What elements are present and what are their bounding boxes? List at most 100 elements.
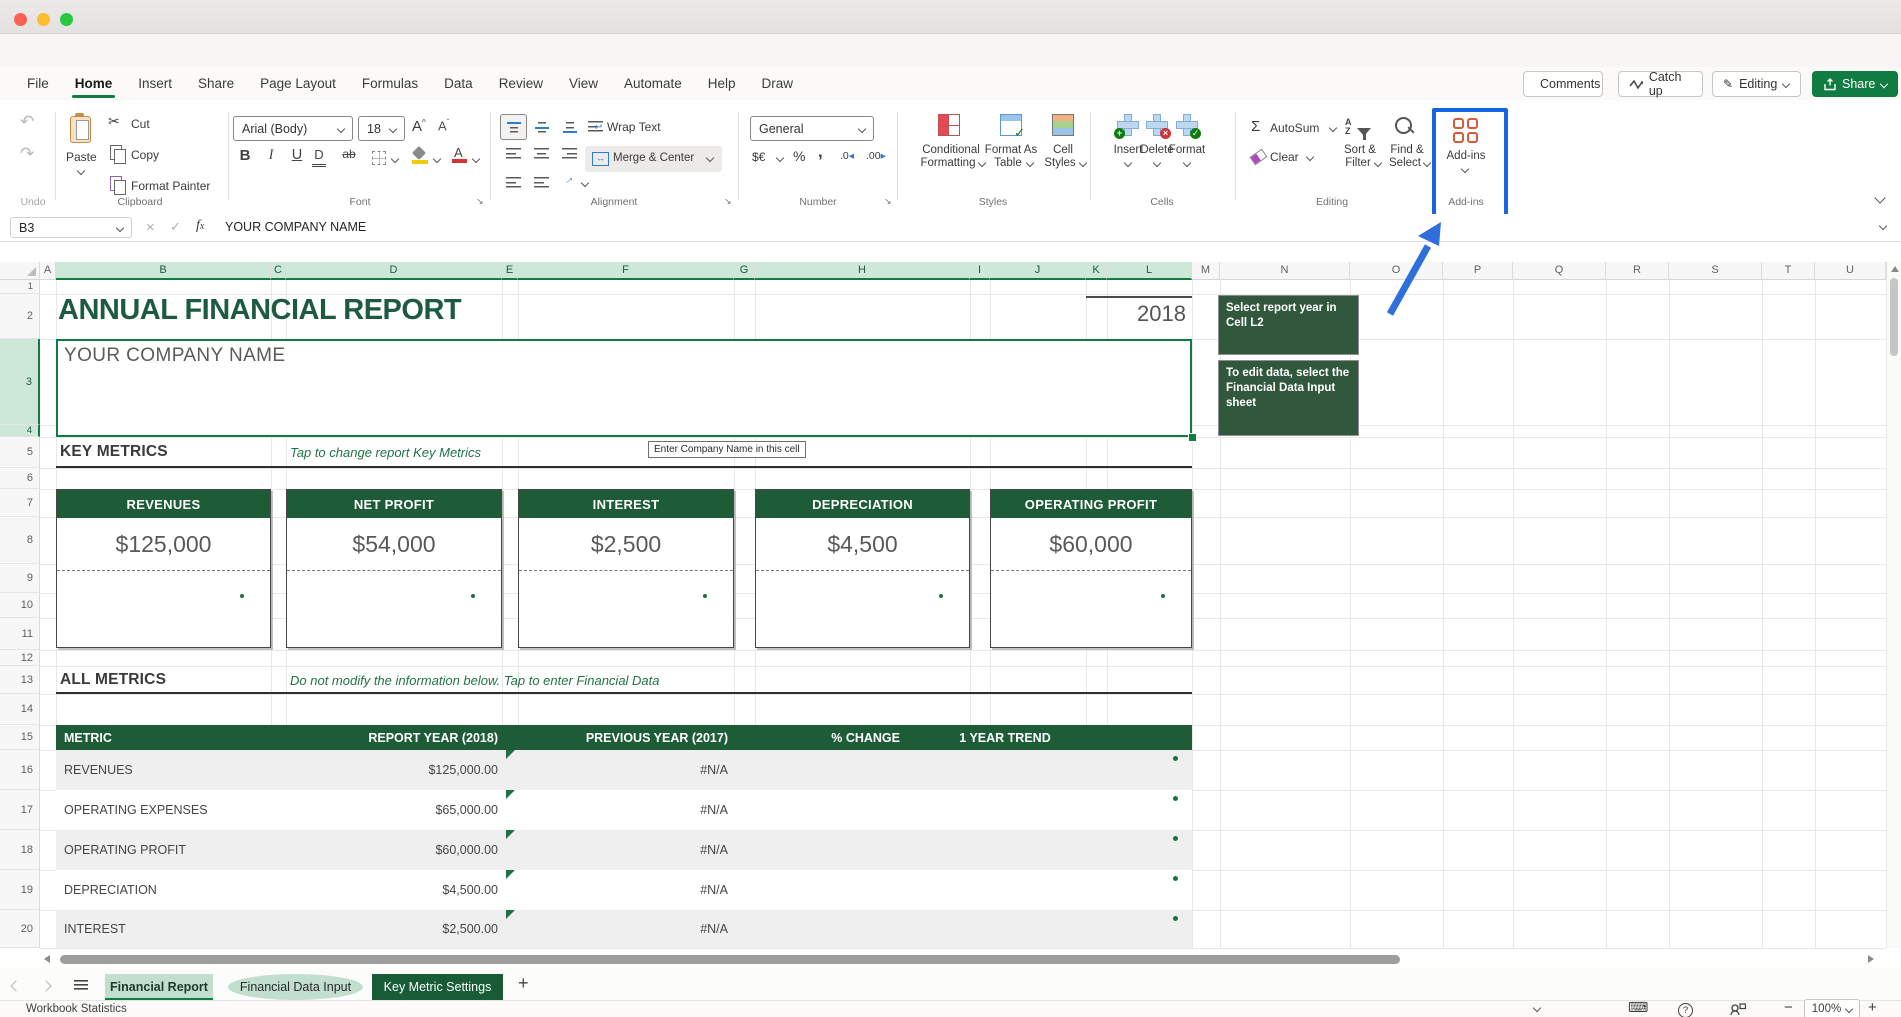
bold-button[interactable]: B xyxy=(234,147,256,164)
top-align-button[interactable] xyxy=(500,114,527,140)
column-header-R[interactable]: R xyxy=(1606,262,1669,280)
all-metrics-heading[interactable]: ALL METRICS xyxy=(60,671,166,689)
add-sheet-button[interactable]: + xyxy=(518,973,529,994)
confirm-entry-icon[interactable]: ✓ xyxy=(170,219,181,235)
column-header-U[interactable]: U xyxy=(1815,262,1886,280)
sheet-tab-financial-report[interactable]: Financial Report xyxy=(105,974,213,1000)
row-header-9[interactable]: 9 xyxy=(0,564,40,593)
column-header-D[interactable]: D xyxy=(286,262,502,280)
next-sheet-icon[interactable] xyxy=(40,980,51,991)
company-name-cell-selection[interactable]: YOUR COMPANY NAME xyxy=(56,339,1192,437)
scroll-right-icon[interactable] xyxy=(1868,955,1874,963)
insert-function-icon[interactable]: fx xyxy=(196,218,204,234)
column-header-Q[interactable]: Q xyxy=(1513,262,1606,280)
sheet-tab-financial-data-input[interactable]: Financial Data Input xyxy=(228,974,363,1000)
vertical-scrollbar[interactable] xyxy=(1886,262,1901,948)
row-header-4[interactable]: 4 xyxy=(0,425,40,437)
metric-card-interest[interactable]: INTEREST$2,500 xyxy=(518,489,734,648)
row-header-3[interactable]: 3 xyxy=(0,339,40,425)
decrease-font-size-button[interactable]: Aˇ xyxy=(438,118,449,133)
chevron-down-icon[interactable] xyxy=(433,155,441,163)
editing-mode-button[interactable]: ✎ Editing xyxy=(1712,71,1801,97)
selection-fill-handle[interactable] xyxy=(1188,433,1197,442)
chevron-down-icon[interactable] xyxy=(581,179,589,187)
table-row[interactable]: REVENUES$125,000.00#N/A xyxy=(56,750,1192,790)
table-row[interactable]: DEPRECIATION$4,500.00#N/A xyxy=(56,870,1192,910)
percent-format-button[interactable]: % xyxy=(793,148,805,164)
number-dialog-launcher-icon[interactable]: ↘ xyxy=(884,196,892,207)
align-left-button[interactable] xyxy=(506,147,521,159)
key-metrics-heading[interactable]: KEY METRICS xyxy=(60,443,168,461)
comments-button[interactable]: Comments xyxy=(1523,71,1603,97)
feedback-icon[interactable] xyxy=(1730,1003,1746,1016)
alignment-dialog-launcher-icon[interactable]: ↘ xyxy=(724,196,732,207)
font-size-select[interactable]: 18 xyxy=(358,116,405,141)
bottom-align-button[interactable] xyxy=(556,114,583,140)
increase-decimal-button[interactable]: .00▸ xyxy=(866,150,886,162)
borders-button[interactable] xyxy=(372,151,386,165)
font-dialog-launcher-icon[interactable]: ↘ xyxy=(476,196,484,207)
scroll-up-icon[interactable] xyxy=(1891,266,1899,272)
share-button[interactable]: Share xyxy=(1812,71,1898,97)
menu-item-insert[interactable]: Insert xyxy=(125,67,185,100)
metric-card-revenues[interactable]: REVENUES$125,000 xyxy=(56,489,271,648)
number-format-select[interactable]: General xyxy=(750,116,874,141)
increase-indent-button[interactable] xyxy=(534,176,549,188)
underline-button[interactable]: U xyxy=(286,147,308,163)
column-header-C[interactable]: C xyxy=(271,262,286,280)
prev-sheet-icon[interactable] xyxy=(10,980,21,991)
zoom-window-button[interactable] xyxy=(60,13,73,26)
align-right-button[interactable] xyxy=(562,147,577,159)
column-header-K[interactable]: K xyxy=(1086,262,1107,280)
menu-item-home[interactable]: Home xyxy=(62,67,126,100)
catch-up-button[interactable]: Catch up xyxy=(1618,71,1703,97)
align-center-button[interactable] xyxy=(534,147,549,159)
strikethrough-button[interactable]: ab xyxy=(338,147,360,161)
column-header-N[interactable]: N xyxy=(1220,262,1350,280)
metric-card-depreciation[interactable]: DEPRECIATION$4,500 xyxy=(755,489,970,648)
comma-format-button[interactable]: , xyxy=(818,142,823,162)
merge-center-button[interactable]: ↔ Merge & Center xyxy=(585,146,722,172)
expand-formula-bar-icon[interactable] xyxy=(1879,222,1887,230)
zoom-out-button[interactable]: − xyxy=(1784,999,1793,1016)
menu-item-file[interactable]: File xyxy=(14,67,62,100)
column-header-A[interactable]: A xyxy=(40,262,56,280)
column-header-L[interactable]: L xyxy=(1107,262,1192,280)
column-header-M[interactable]: M xyxy=(1192,262,1220,280)
menu-item-data[interactable]: Data xyxy=(431,67,486,100)
column-header-H[interactable]: H xyxy=(755,262,970,280)
formula-input[interactable]: YOUR COMPANY NAME xyxy=(225,220,366,234)
cancel-entry-icon[interactable]: × xyxy=(146,219,155,236)
zoom-level-select[interactable]: 100% xyxy=(1804,999,1860,1017)
horizontal-scroll-thumb[interactable] xyxy=(60,955,1400,964)
row-header-6[interactable]: 6 xyxy=(0,468,40,489)
font-name-select[interactable]: Arial (Body) xyxy=(233,116,353,141)
menu-item-automate[interactable]: Automate xyxy=(611,67,695,100)
row-header-13[interactable]: 13 xyxy=(0,666,40,694)
row-header-12[interactable]: 12 xyxy=(0,650,40,666)
decrease-decimal-button[interactable]: .0◂ xyxy=(840,150,854,162)
menu-item-review[interactable]: Review xyxy=(486,67,556,100)
collapse-ribbon-icon[interactable] xyxy=(1874,192,1885,203)
zoom-in-button[interactable]: + xyxy=(1868,999,1877,1016)
metric-card-operating-profit[interactable]: OPERATING PROFIT$60,000 xyxy=(990,489,1192,648)
menu-item-draw[interactable]: Draw xyxy=(749,67,807,100)
double-underline-button[interactable]: D xyxy=(312,147,326,167)
report-title[interactable]: ANNUAL FINANCIAL REPORT xyxy=(58,294,461,327)
row-header-19[interactable]: 19 xyxy=(0,870,40,910)
vertical-scroll-thumb[interactable] xyxy=(1890,278,1898,356)
column-header-F[interactable]: F xyxy=(518,262,734,280)
keyboard-icon[interactable]: ⌨ xyxy=(1628,999,1648,1016)
column-header-S[interactable]: S xyxy=(1669,262,1762,280)
italic-button[interactable]: I xyxy=(260,147,282,164)
all-sheets-menu-icon[interactable] xyxy=(74,980,88,990)
chevron-down-icon[interactable] xyxy=(391,155,399,163)
table-row[interactable]: INTEREST$2,500.00#N/A xyxy=(56,910,1192,948)
column-header-G[interactable]: G xyxy=(734,262,755,280)
scroll-left-icon[interactable] xyxy=(44,955,50,963)
table-row[interactable]: OPERATING EXPENSES$65,000.00#N/A xyxy=(56,790,1192,830)
select-all-corner[interactable] xyxy=(0,262,40,280)
menu-item-page-layout[interactable]: Page Layout xyxy=(247,67,349,100)
row-header-1[interactable]: 1 xyxy=(0,280,40,294)
chevron-down-icon[interactable] xyxy=(776,154,784,162)
